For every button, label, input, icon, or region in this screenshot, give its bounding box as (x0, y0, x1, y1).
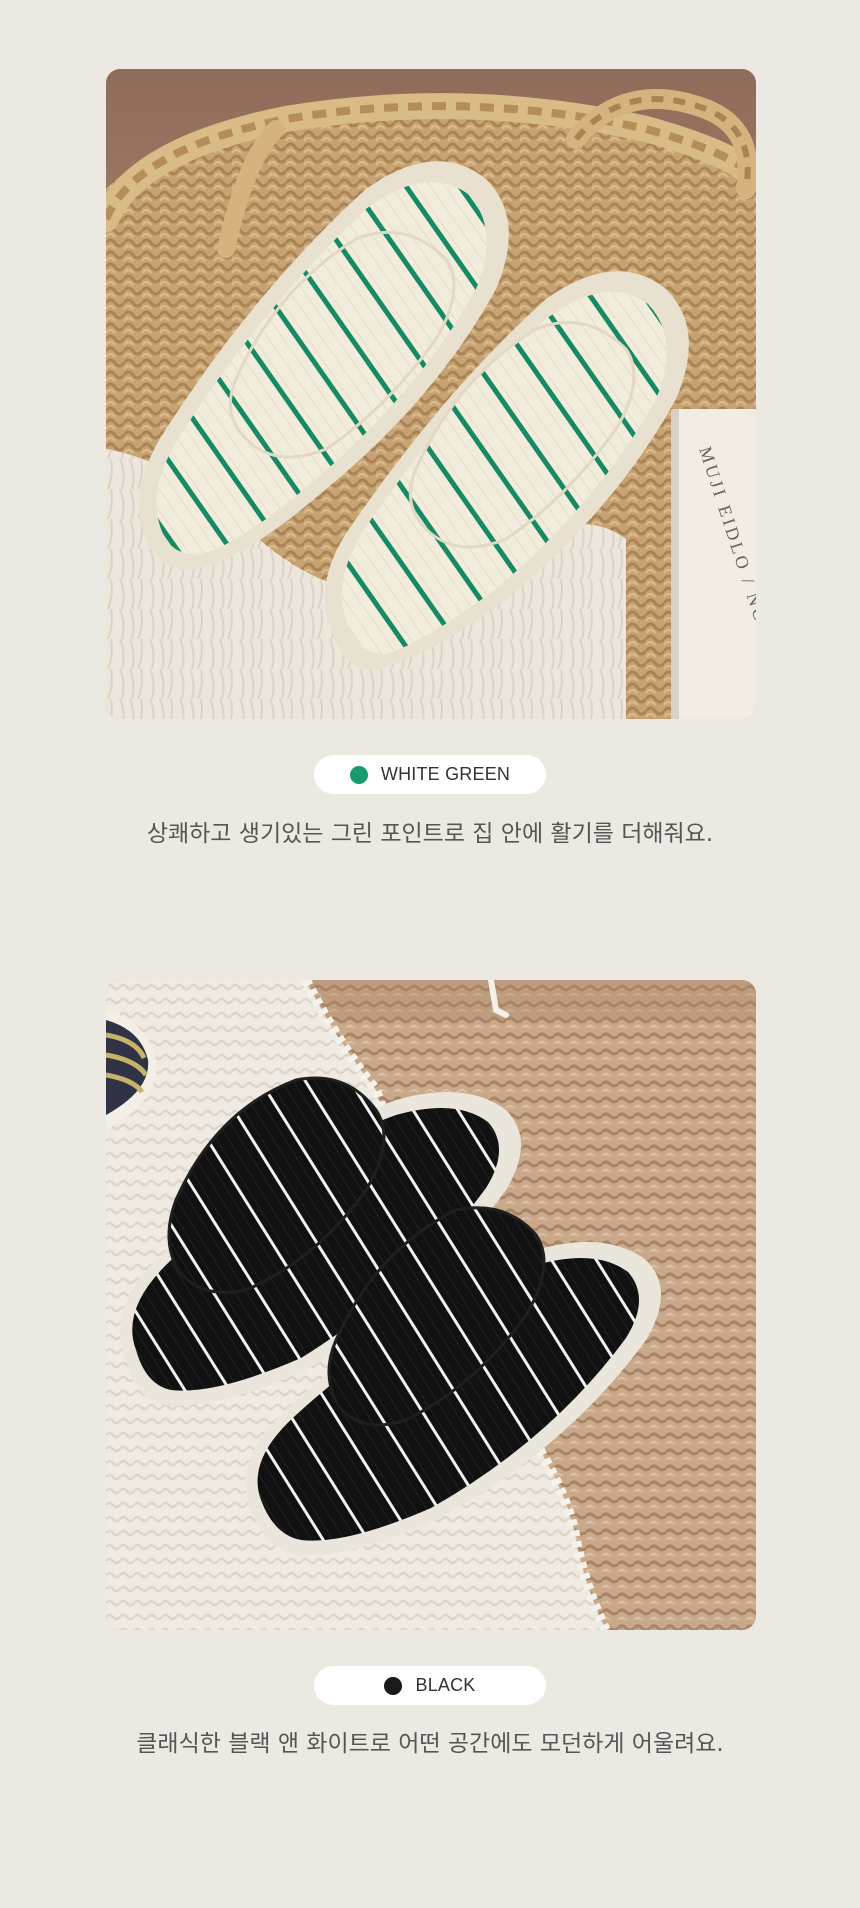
color-chip-black: BLACK (314, 1666, 546, 1705)
product-section-black: BLACK 클래식한 블랙 앤 화이트로 어떤 공간에도 모던하게 어울려요. (0, 0, 860, 1908)
product-photo-black (106, 980, 756, 1630)
color-name: BLACK (415, 1675, 476, 1695)
color-swatch (384, 1676, 403, 1695)
product-description: 클래식한 블랙 앤 화이트로 어떤 공간에도 모던하게 어울려요. (136, 1731, 724, 1757)
